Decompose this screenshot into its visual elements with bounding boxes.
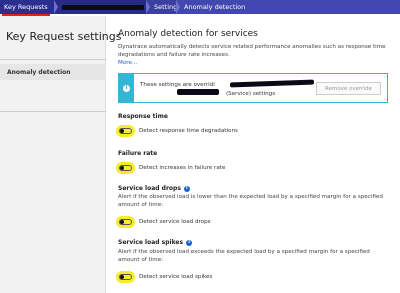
divider <box>0 59 106 60</box>
notice-text-line1: These settings are overridi <box>140 82 215 88</box>
breadcrumb-key-requests[interactable]: Key Requests <box>0 0 58 14</box>
page-title: Anomaly detection for services <box>118 29 258 39</box>
info-icon: i <box>119 74 134 102</box>
chevron-right-icon <box>146 0 150 14</box>
breadcrumb-anomaly-detection[interactable]: Anomaly detection <box>176 0 400 14</box>
divider <box>0 111 106 112</box>
more-link[interactable]: More... <box>118 60 137 66</box>
main-content: Anomaly detection for services Dynatrace… <box>116 16 400 293</box>
redaction-mark <box>229 79 315 88</box>
toggle-label: Detect increases in failure rate <box>139 165 226 171</box>
info-icon[interactable]: i <box>186 239 193 246</box>
chevron-right-icon <box>176 0 180 14</box>
toggle-label: Detect service load spikes <box>139 274 213 280</box>
sidebar-item-anomaly-detection[interactable]: Anomaly detection <box>0 64 106 80</box>
load-drops-toggle-row: Detect service load drops <box>118 217 211 227</box>
sidebar-item-label: Anomaly detection <box>7 68 71 76</box>
breadcrumb-redacted-item[interactable] <box>54 0 150 14</box>
breadcrumb-label: Key Requests <box>4 3 48 11</box>
section-description: Alert if the observed load exceeds the e… <box>118 249 370 263</box>
sidebar-title: Key Request settings <box>6 30 122 43</box>
failure-rate-toggle-row: Detect increases in failure rate <box>118 163 225 173</box>
load-spikes-toggle-row: Detect service load spikes <box>118 272 212 282</box>
failure-rate-toggle[interactable] <box>118 164 133 172</box>
breadcrumb-label: Anomaly detection <box>184 3 246 11</box>
toggle-label: Detect service load drops <box>139 219 211 225</box>
override-notice: i These settings are overridi (Service) … <box>118 73 388 103</box>
breadcrumb-settings[interactable]: Settings <box>146 0 181 14</box>
response-time-toggle-row: Detect response time degradations <box>118 126 238 136</box>
section-title-load-spikes: Service load spikes i <box>118 239 193 246</box>
info-icon[interactable]: i <box>183 185 190 192</box>
breadcrumb: Key Requests Settings Anomaly detection <box>0 0 400 14</box>
section-title-response-time: Response time <box>118 113 168 120</box>
load-spikes-toggle[interactable] <box>118 273 133 281</box>
page-description: Dynatrace automatically detects service … <box>118 44 386 58</box>
section-description: Alert if the observed load is lower than… <box>118 194 383 208</box>
section-title-load-drops: Service load drops i <box>118 185 190 192</box>
remove-override-button[interactable]: Remove override <box>316 82 381 95</box>
toggle-label: Detect response time degradations <box>139 128 238 134</box>
redaction-mark <box>177 89 219 95</box>
chevron-right-icon <box>54 0 58 14</box>
section-title-failure-rate: Failure rate <box>118 150 158 157</box>
redaction-mark <box>62 4 144 10</box>
load-drops-toggle[interactable] <box>118 218 133 226</box>
response-time-toggle[interactable] <box>118 127 133 135</box>
settings-sidebar: Key Request settings Anomaly detection <box>0 16 121 293</box>
